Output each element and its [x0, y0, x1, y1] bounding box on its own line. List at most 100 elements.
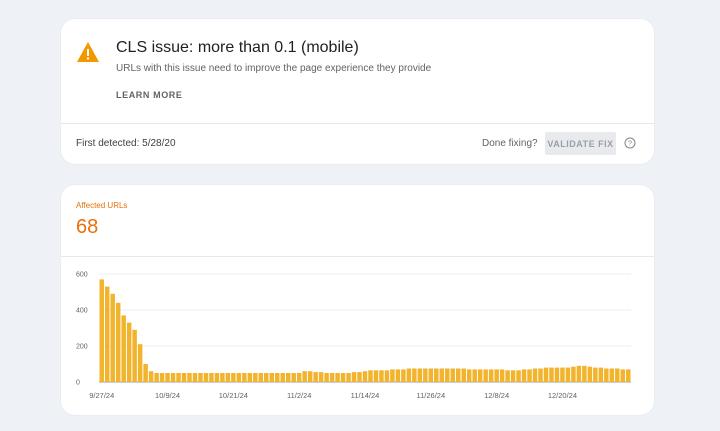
chart-bar[interactable]: [538, 368, 543, 383]
chart-bar[interactable]: [368, 370, 373, 382]
chart-bar[interactable]: [477, 369, 483, 382]
chart-bar[interactable]: [269, 373, 274, 382]
chart-bar[interactable]: [505, 370, 510, 382]
chart-bar[interactable]: [165, 373, 170, 382]
chart-bar[interactable]: [176, 373, 181, 382]
chart-bar[interactable]: [582, 365, 587, 382]
chart-bar[interactable]: [549, 367, 554, 382]
chart-bar[interactable]: [604, 368, 609, 383]
chart-bar[interactable]: [307, 371, 313, 382]
chart-bar[interactable]: [159, 373, 165, 382]
chart-bar[interactable]: [351, 372, 357, 382]
chart-bar[interactable]: [236, 373, 242, 382]
chart-bar[interactable]: [455, 368, 461, 383]
chart-bar[interactable]: [450, 368, 455, 383]
chart-bar[interactable]: [532, 368, 538, 383]
chart-bar[interactable]: [406, 368, 412, 383]
chart-bar[interactable]: [181, 373, 187, 382]
validate-fix-button[interactable]: VALIDATE FIX: [545, 132, 616, 155]
chart-bar[interactable]: [373, 370, 379, 382]
chart-bar[interactable]: [576, 365, 582, 382]
chart-bar[interactable]: [488, 369, 494, 382]
chart-bar[interactable]: [428, 368, 434, 383]
chart-bar[interactable]: [615, 368, 620, 383]
chart-bar[interactable]: [148, 371, 154, 382]
chart-bar[interactable]: [461, 368, 466, 383]
chart-bar[interactable]: [258, 373, 264, 382]
chart-bar[interactable]: [170, 373, 176, 382]
chart-bar[interactable]: [247, 373, 253, 382]
chart-bar[interactable]: [527, 369, 532, 382]
chart-bar[interactable]: [439, 368, 445, 383]
chart-bar[interactable]: [187, 373, 192, 382]
chart-bar[interactable]: [126, 322, 132, 382]
chart-bar[interactable]: [412, 368, 417, 383]
chart-bar[interactable]: [466, 369, 472, 382]
chart-bar[interactable]: [472, 369, 477, 382]
chart-bar[interactable]: [115, 302, 121, 382]
chart-bar[interactable]: [264, 373, 269, 382]
chart-bar[interactable]: [242, 373, 247, 382]
chart-bar[interactable]: [357, 372, 362, 382]
chart-bar[interactable]: [285, 373, 291, 382]
chart-bar[interactable]: [362, 371, 368, 382]
chart-bar[interactable]: [335, 373, 340, 382]
chart-bar[interactable]: [626, 369, 631, 382]
chart-bar[interactable]: [137, 344, 143, 382]
chart-bar[interactable]: [543, 367, 549, 382]
chart-bar[interactable]: [434, 368, 439, 383]
chart-bar[interactable]: [620, 369, 626, 382]
chart-bar[interactable]: [99, 279, 104, 382]
chart-bar[interactable]: [280, 373, 285, 382]
chart-bar[interactable]: [598, 367, 604, 382]
chart-bar[interactable]: [516, 370, 521, 382]
chart-bar[interactable]: [154, 373, 159, 382]
chart-bar[interactable]: [390, 369, 395, 382]
help-circle-icon[interactable]: ?: [624, 137, 636, 149]
chart-bar[interactable]: [132, 329, 137, 382]
chart-bar[interactable]: [104, 286, 110, 382]
learn-more-link[interactable]: LEARN MORE: [116, 90, 183, 100]
chart-bar[interactable]: [417, 368, 423, 383]
chart-bar[interactable]: [384, 370, 390, 382]
chart-bar[interactable]: [340, 373, 346, 382]
chart-bar[interactable]: [554, 367, 560, 382]
chart-bar[interactable]: [499, 369, 505, 382]
chart-bar[interactable]: [593, 367, 598, 382]
chart-bar[interactable]: [521, 369, 527, 382]
chart-bar[interactable]: [302, 371, 307, 382]
chart-bar[interactable]: [143, 364, 148, 382]
chart-bar[interactable]: [121, 315, 126, 382]
chart-bar[interactable]: [296, 373, 302, 382]
chart-bar[interactable]: [275, 373, 280, 382]
chart-bar[interactable]: [313, 372, 318, 382]
chart-bar[interactable]: [395, 369, 401, 382]
chart-bar[interactable]: [483, 369, 488, 382]
chart-bar[interactable]: [291, 373, 296, 382]
chart-bar[interactable]: [203, 373, 209, 382]
chart-bar[interactable]: [510, 370, 516, 382]
chart-bar[interactable]: [379, 370, 384, 382]
chart-bar[interactable]: [401, 369, 406, 382]
chart-bar[interactable]: [110, 293, 115, 382]
chart-bar[interactable]: [587, 366, 593, 382]
chart-bar[interactable]: [423, 368, 428, 383]
chart-bar[interactable]: [346, 373, 351, 382]
chart-bar[interactable]: [565, 367, 571, 382]
chart-bar[interactable]: [329, 373, 335, 382]
chart-bar[interactable]: [214, 373, 220, 382]
chart-bar[interactable]: [560, 367, 565, 382]
chart-bar[interactable]: [445, 368, 450, 383]
chart-bar[interactable]: [198, 373, 203, 382]
chart-bar[interactable]: [318, 372, 324, 382]
chart-bar[interactable]: [324, 373, 329, 382]
chart-bar[interactable]: [231, 373, 236, 382]
chart-bar[interactable]: [609, 368, 615, 383]
chart-bar[interactable]: [494, 369, 499, 382]
chart-bar[interactable]: [192, 373, 198, 382]
chart-bar[interactable]: [571, 366, 576, 382]
chart-bar[interactable]: [225, 373, 231, 382]
chart-bar[interactable]: [220, 373, 225, 382]
chart-bar[interactable]: [253, 373, 258, 382]
chart-bar[interactable]: [209, 373, 214, 382]
